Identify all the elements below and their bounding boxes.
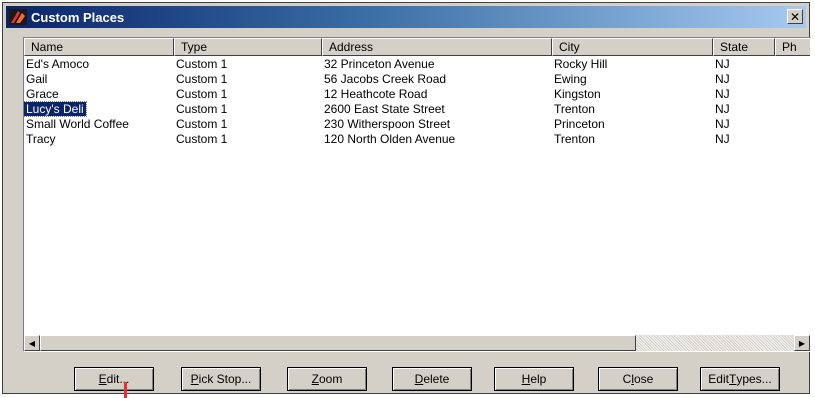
list-row[interactable]: Grace Custom 1 12 Heathcote Road Kingsto…	[24, 87, 810, 102]
horizontal-scrollbar[interactable]: ◀ ▶	[24, 335, 810, 351]
cell-name: Lucy's Deli	[24, 101, 87, 117]
cell-type: Custom 1	[176, 132, 228, 146]
list-rows: Ed's Amoco Custom 1 32 Princeton Avenue …	[24, 57, 810, 147]
list-row[interactable]: Small World Coffee Custom 1 230 Withersp…	[24, 117, 810, 132]
cell-type: Custom 1	[176, 87, 228, 101]
cell-city: Kingston	[554, 87, 601, 101]
cell-name: Ed's Amoco	[26, 57, 89, 71]
cell-name: Small World Coffee	[26, 117, 129, 131]
cell-address: 2600 East State Street	[324, 102, 445, 116]
column-header-phone[interactable]: Ph	[775, 38, 810, 56]
cell-city: Trenton	[554, 132, 595, 146]
mnemonic: H	[521, 372, 531, 386]
list-row-selected[interactable]: Lucy's Deli Custom 1 2600 East State Str…	[24, 101, 810, 117]
cell-name: Tracy	[26, 132, 56, 146]
edit-button[interactable]: Edit...	[74, 367, 154, 391]
places-list[interactable]: Name Type Address City State Ph Ed's Amo…	[23, 37, 811, 352]
cell-city: Princeton	[554, 117, 605, 131]
cell-city: Ewing	[554, 72, 587, 86]
cell-city: Trenton	[554, 102, 595, 116]
cell-type: Custom 1	[176, 117, 228, 131]
pick-stop-button[interactable]: Pick Stop...	[181, 367, 261, 391]
cell-city: Rocky Hill	[554, 57, 608, 71]
zoom-button[interactable]: Zoom	[287, 367, 367, 391]
column-header-address[interactable]: Address	[322, 38, 552, 56]
list-row[interactable]: Ed's Amoco Custom 1 32 Princeton Avenue …	[24, 57, 810, 72]
cell-type: Custom 1	[176, 57, 228, 71]
cell-state: NJ	[715, 57, 730, 71]
column-header-state[interactable]: State	[713, 38, 775, 56]
cell-address: 56 Jacobs Creek Road	[324, 72, 447, 86]
cell-state: NJ	[715, 102, 730, 116]
cell-address: 12 Heathcote Road	[324, 87, 428, 101]
list-row[interactable]: Tracy Custom 1 120 North Olden Avenue Tr…	[24, 132, 810, 147]
cell-state: NJ	[715, 117, 730, 131]
cell-state: NJ	[715, 87, 730, 101]
cell-address: 230 Witherspoon Street	[324, 117, 451, 131]
cell-state: NJ	[715, 132, 730, 146]
scroll-right-icon[interactable]: ▶	[794, 335, 810, 351]
cell-address: 32 Princeton Avenue	[324, 57, 435, 71]
mnemonic: P	[190, 372, 199, 386]
mnemonic: D	[414, 372, 424, 386]
cell-name: Grace	[26, 87, 59, 101]
list-header: Name Type Address City State Ph	[24, 38, 810, 56]
help-button[interactable]: Help	[494, 367, 574, 391]
app-icon	[9, 9, 27, 25]
pointer-marker	[124, 382, 127, 398]
cell-address: 120 North Olden Avenue	[324, 132, 456, 146]
custom-places-dialog: Custom Places ✕ Name Type Address City S…	[2, 2, 811, 394]
cell-type: Custom 1	[176, 72, 228, 86]
cell-state: NJ	[715, 72, 730, 86]
close-icon[interactable]: ✕	[787, 9, 803, 24]
scroll-thumb[interactable]	[40, 335, 636, 351]
cell-name: Gail	[26, 72, 48, 86]
mnemonic: E	[98, 372, 107, 386]
column-header-city[interactable]: City	[552, 38, 713, 56]
column-header-name[interactable]: Name	[24, 38, 174, 56]
window-title: Custom Places	[31, 9, 125, 25]
mnemonic: T	[728, 372, 737, 386]
cell-type: Custom 1	[176, 102, 228, 116]
mnemonic: Z	[311, 372, 319, 386]
close-button[interactable]: Cl ose	[598, 367, 678, 391]
column-header-type[interactable]: Type	[174, 38, 322, 56]
delete-button[interactable]: Delete	[392, 367, 472, 391]
list-row[interactable]: Gail Custom 1 56 Jacobs Creek Road Ewing…	[24, 72, 810, 87]
edit-types-button[interactable]: Edit Types...	[700, 367, 780, 391]
title-bar[interactable]: Custom Places ✕	[6, 6, 806, 28]
scroll-left-icon[interactable]: ◀	[24, 335, 40, 351]
